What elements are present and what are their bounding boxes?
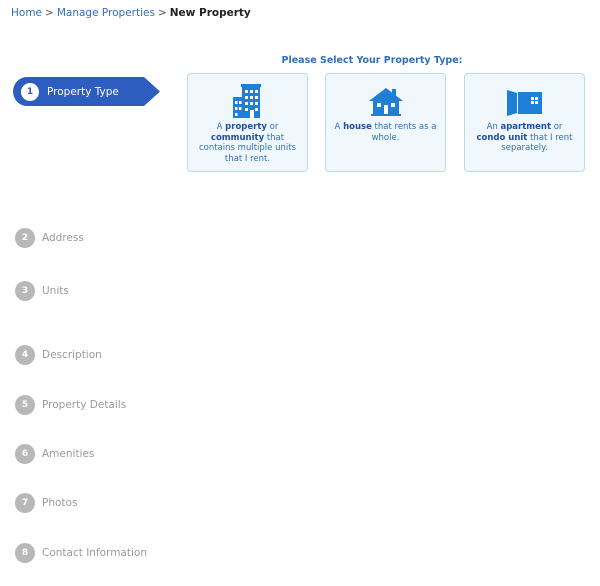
step-label: Photos <box>42 497 78 509</box>
step-number: 2 <box>15 228 35 248</box>
step-number: 3 <box>15 281 35 301</box>
step-label: Property Type <box>47 85 119 98</box>
step-label: Address <box>42 232 84 244</box>
step-number: 8 <box>15 543 35 563</box>
condo-door-icon <box>465 84 584 118</box>
wizard-step-contact-information[interactable]: 8 Contact Information <box>15 541 147 565</box>
breadcrumb-separator: > <box>45 7 54 19</box>
step-number: 1 <box>21 82 39 101</box>
step-label: Units <box>42 285 69 297</box>
wizard-step-units[interactable]: 3 Units <box>15 279 69 303</box>
wizard-step-amenities[interactable]: 6 Amenities <box>15 442 94 466</box>
breadcrumb-current: New Property <box>169 7 251 19</box>
property-type-heading: Please Select Your Property Type: <box>281 55 463 66</box>
breadcrumb-home-link[interactable]: Home <box>11 7 42 19</box>
step-label: Property Details <box>42 399 127 411</box>
breadcrumb: Home > Manage Properties > New Property <box>11 7 251 19</box>
property-type-card-community[interactable]: A property or community that contains mu… <box>187 73 308 172</box>
step-label: Contact Information <box>42 547 147 559</box>
house-icon <box>326 84 445 118</box>
wizard-step-property-details[interactable]: 5 Property Details <box>15 393 126 417</box>
wizard-step-description[interactable]: 4 Description <box>15 343 102 367</box>
breadcrumb-separator: > <box>157 7 167 19</box>
card-description: An apartment or condo unit that I rent s… <box>476 122 573 153</box>
property-type-card-house[interactable]: A house that rents as a whole. <box>325 73 446 172</box>
wizard-step-address[interactable]: 2 Address <box>15 226 84 250</box>
step-number: 4 <box>15 345 35 365</box>
step-number: 5 <box>15 395 35 415</box>
step-number: 7 <box>15 493 35 513</box>
card-description: A property or community that contains mu… <box>199 122 296 164</box>
step-number: 6 <box>15 444 35 464</box>
step-label: Description <box>42 349 102 361</box>
card-description: A house that rents as a whole. <box>334 122 437 143</box>
wizard-step-photos[interactable]: 7 Photos <box>15 491 77 515</box>
breadcrumb-manage-properties-link[interactable]: Manage Properties <box>57 7 155 19</box>
apartment-building-icon <box>188 84 307 118</box>
wizard-step-property-type[interactable]: 1 Property Type <box>13 77 160 106</box>
property-type-card-apartment[interactable]: An apartment or condo unit that I rent s… <box>464 73 585 172</box>
new-property-page: Home > Manage Properties > New Property Plea… <box>0 0 600 586</box>
step-label: Amenities <box>42 448 95 460</box>
